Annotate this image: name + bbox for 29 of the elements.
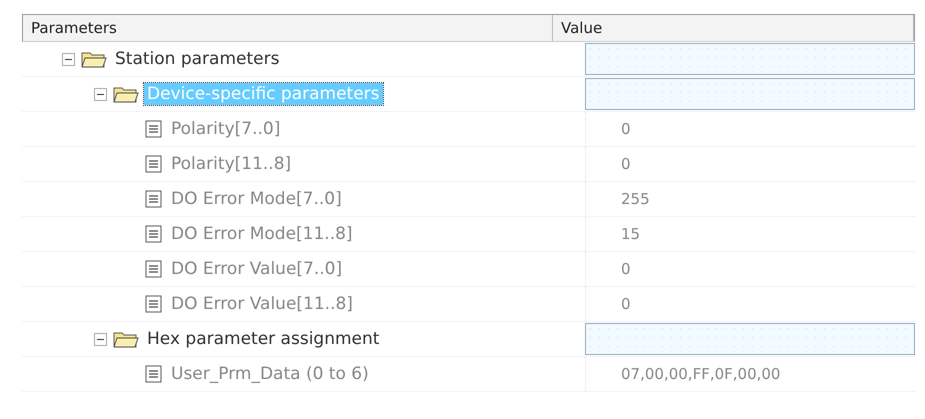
value-text[interactable]: 07,00,00,FF,0F,00,00 <box>621 365 780 383</box>
column-header[interactable]: Value <box>553 15 914 41</box>
document-icon <box>145 259 163 279</box>
tree-item[interactable]: Polarity[11..8] <box>168 153 294 175</box>
document-icon <box>145 189 163 209</box>
document-icon <box>145 294 163 314</box>
collapse-toggle[interactable] <box>62 52 75 66</box>
value-text[interactable]: 15 <box>621 225 640 243</box>
tree-item[interactable]: DO Error Value[7..0] <box>168 258 346 280</box>
document-icon <box>145 119 163 139</box>
tree-item[interactable]: DO Error Value[11..8] <box>168 293 356 315</box>
column-header[interactable]: Parameters <box>23 15 553 41</box>
tree-item[interactable]: Hex parameter assignment <box>144 328 382 350</box>
tree-item[interactable]: DO Error Mode[11..8] <box>168 223 356 245</box>
tree-item[interactable]: DO Error Mode[7..0] <box>168 188 345 210</box>
document-icon <box>145 154 163 174</box>
collapse-toggle[interactable] <box>94 88 107 100</box>
value-text[interactable]: 255 <box>621 190 650 208</box>
tree-item[interactable]: Polarity[7..0] <box>168 118 284 140</box>
value-text[interactable]: 0 <box>621 295 631 313</box>
tree-item[interactable]: Station parameters <box>112 48 282 70</box>
document-icon <box>145 364 163 384</box>
document-icon <box>145 224 163 244</box>
value-text[interactable]: 0 <box>621 155 631 173</box>
value-text[interactable]: 0 <box>621 120 631 138</box>
value-text[interactable]: 0 <box>621 260 631 278</box>
tree-item[interactable]: User_Prm_Data (0 to 6) <box>168 363 372 385</box>
tree-item[interactable]: Device-specific parameters <box>144 83 383 105</box>
collapse-toggle[interactable] <box>94 332 107 346</box>
